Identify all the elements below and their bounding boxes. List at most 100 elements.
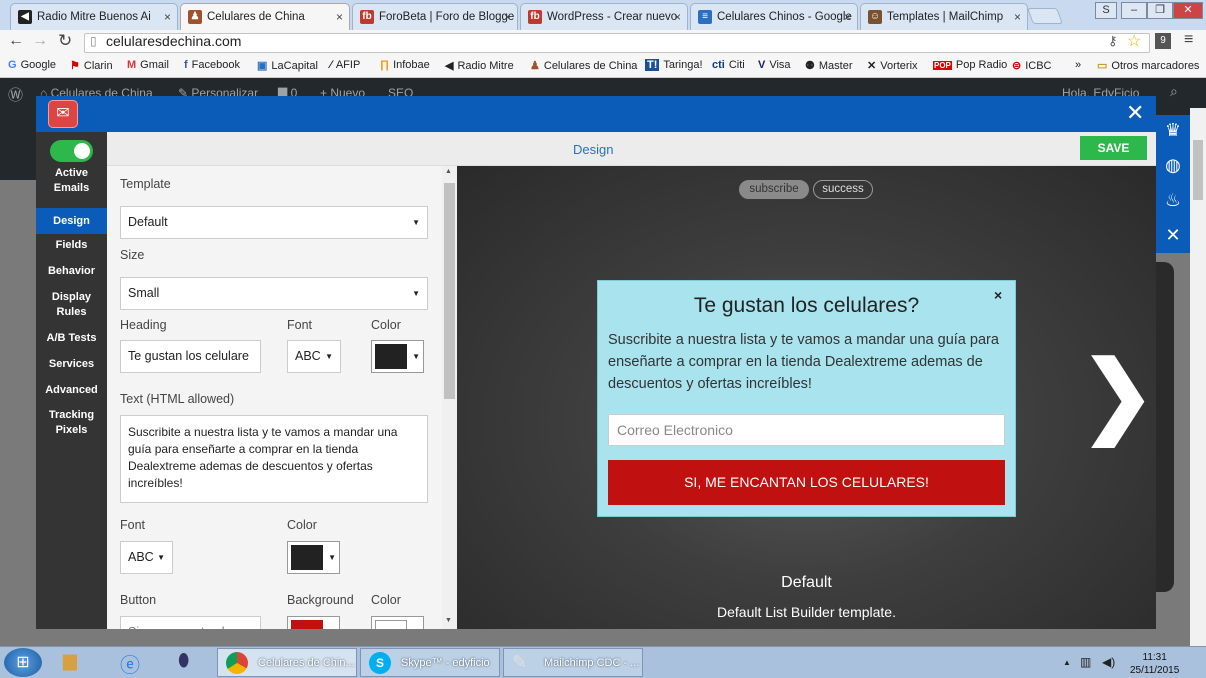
nav-tracking-pixels[interactable]: Tracking Pixels [36, 408, 107, 438]
minimize-button[interactable]: – [1121, 2, 1147, 19]
bookmark-infobae[interactable]: ∏ Infobae [380, 59, 430, 71]
tab-subscribe[interactable]: subscribe [739, 180, 809, 199]
bookmark-citi[interactable]: cti Citi [712, 59, 745, 71]
bookmark-gmail[interactable]: M Gmail [127, 59, 169, 71]
address-bar[interactable] [84, 33, 1150, 53]
close-rail-icon[interactable]: ✕ [1160, 225, 1186, 246]
close-icon[interactable]: × [844, 10, 851, 24]
close-window-button[interactable]: ✕ [1173, 2, 1203, 19]
close-icon[interactable]: × [504, 10, 511, 24]
globe-icon[interactable]: ◍ [1160, 155, 1186, 176]
wordpress-icon[interactable]: Ⓦ [8, 84, 23, 105]
app-icon[interactable]: ⬮ [178, 650, 189, 671]
bookmark-otros[interactable]: ▭ Otros marcadores [1097, 59, 1199, 72]
restore-button[interactable]: ❐ [1147, 2, 1173, 19]
button-color-label: Color [371, 593, 401, 607]
crown-icon[interactable]: ♛ [1160, 120, 1186, 141]
text-color-picker[interactable]: ▼ [287, 541, 340, 574]
tab-radio-mitre[interactable]: ◀ Radio Mitre Buenos Ai × [10, 3, 178, 30]
flame-icon[interactable]: ♨ [1160, 190, 1186, 211]
active-toggle[interactable] [50, 140, 93, 162]
menu-icon[interactable]: ≡ [1184, 31, 1193, 49]
bookmark-visa[interactable]: V Visa [758, 59, 791, 71]
close-icon[interactable]: × [674, 10, 681, 24]
page-scrollbar-thumb[interactable] [1193, 140, 1203, 200]
folder-icon[interactable]: ▆ [63, 650, 77, 671]
bookmark-lacapital[interactable]: ▣ LaCapital [257, 59, 318, 72]
next-template-icon[interactable]: ❯ [1080, 350, 1155, 440]
heading-input[interactable]: Te gustan los celulare [120, 340, 261, 373]
button-color-picker[interactable] [371, 616, 424, 629]
star-icon[interactable]: ☆ [1127, 31, 1141, 51]
close-icon[interactable]: × [994, 287, 1002, 303]
text-font-select[interactable]: ABC ▼ [120, 541, 173, 574]
envelope-icon: ✉ [48, 100, 78, 128]
bookmark-icbc[interactable]: ⊜ ICBC [1012, 59, 1052, 72]
skype-icon: S [369, 652, 391, 674]
nav-behavior[interactable]: Behavior [36, 264, 107, 279]
bookmark-vorterix[interactable]: ✕ Vorterix [867, 59, 918, 72]
reload-icon[interactable]: ↻ [58, 31, 72, 51]
bookmark-pop-radio[interactable]: POP Pop Radio [933, 59, 1007, 71]
close-icon[interactable]: × [164, 10, 171, 24]
bookmarks-overflow-button[interactable]: » [1075, 59, 1081, 71]
nav-fields[interactable]: Fields [36, 238, 107, 253]
network-icon[interactable]: ▥ [1080, 655, 1091, 669]
user-icon[interactable]: S [1095, 2, 1117, 19]
template-select[interactable]: Default ▼ [120, 206, 428, 239]
paint-icon: ✎ [512, 652, 528, 672]
nav-services[interactable]: Services [36, 357, 107, 372]
scroll-down-icon[interactable]: ▼ [445, 617, 452, 624]
button-background-picker[interactable] [287, 616, 340, 629]
tab-google-docs[interactable]: ≡ Celulares Chinos - Google × [690, 3, 858, 30]
bookmark-taringa[interactable]: T! Taringa! [645, 59, 703, 71]
email-field[interactable]: Correo Electronico [608, 414, 1005, 446]
form-scrollbar-thumb[interactable] [444, 183, 455, 399]
doc-icon: ≡ [698, 10, 712, 24]
size-select[interactable]: Small ▼ [120, 277, 428, 310]
clock[interactable]: 11:31 25/11/2015 [1130, 651, 1179, 677]
tab-wordpress[interactable]: fb WordPress - Crear nuevo × [520, 3, 688, 30]
modal-header [36, 96, 1156, 132]
tab-forobeta[interactable]: fb ForoBeta | Foro de Blogge × [352, 3, 518, 30]
back-icon[interactable]: ← [8, 32, 24, 50]
bookmark-celulares[interactable]: ♟ Celulares de China [530, 59, 637, 72]
close-icon[interactable]: × [1014, 10, 1021, 24]
close-icon[interactable]: ✕ [1126, 100, 1144, 126]
volume-icon[interactable]: ◀) [1102, 655, 1115, 669]
text-textarea[interactable]: Suscribite a nuestra lista y te vamos a … [120, 415, 428, 503]
tab-mailchimp[interactable]: ☺ Templates | MailChimp × [860, 3, 1028, 30]
bookmark-afip[interactable]: ∕ AFIP [330, 59, 360, 71]
nav-display-rules[interactable]: Display Rules [36, 290, 107, 320]
ie-icon[interactable]: ⓔ [120, 649, 140, 678]
nav-active-emails[interactable]: Active Emails [36, 166, 107, 196]
page-icon: ▯ [90, 34, 97, 48]
save-button[interactable]: SAVE [1080, 136, 1147, 160]
bookmark-google[interactable]: G Google [8, 59, 56, 71]
tray-expand-icon[interactable]: ▲ [1063, 658, 1071, 667]
button-text-input[interactable]: Si, me encantan los [120, 616, 261, 629]
new-tab-button[interactable] [1027, 8, 1063, 24]
template-name: Default [781, 574, 832, 591]
forward-icon[interactable]: → [32, 32, 48, 50]
nav-advanced[interactable]: Advanced [36, 383, 107, 398]
heading-color-picker[interactable]: ▼ [371, 340, 424, 373]
start-button[interactable]: ⊞ [4, 648, 42, 677]
heading-font-select[interactable]: ABC ▼ [287, 340, 341, 373]
nav-design[interactable]: Design [36, 208, 107, 234]
extension-icon[interactable]: 9 [1155, 33, 1171, 49]
bookmark-master[interactable]: ⚉ Master [805, 59, 853, 72]
tab-celulares[interactable]: ♟ Celulares de China × [180, 3, 350, 30]
subscribe-button[interactable]: SI, ME ENCANTAN LOS CELULARES! [608, 460, 1005, 505]
caret-down-icon: ▼ [157, 553, 165, 562]
chimp-icon: ☺ [868, 10, 882, 24]
search-icon[interactable]: ⌕ [1170, 83, 1178, 100]
tab-success[interactable]: success [813, 180, 873, 199]
bookmark-radio-mitre[interactable]: ◀ Radio Mitre [445, 59, 514, 72]
close-icon[interactable]: × [336, 10, 343, 24]
nav-ab-tests[interactable]: A/B Tests [36, 331, 107, 346]
key-icon[interactable]: ⚷ [1108, 33, 1118, 49]
bookmark-clarin[interactable]: ⚑ Clarin [70, 59, 113, 72]
scroll-up-icon[interactable]: ▲ [445, 168, 452, 175]
bookmark-facebook[interactable]: f Facebook [184, 59, 240, 71]
